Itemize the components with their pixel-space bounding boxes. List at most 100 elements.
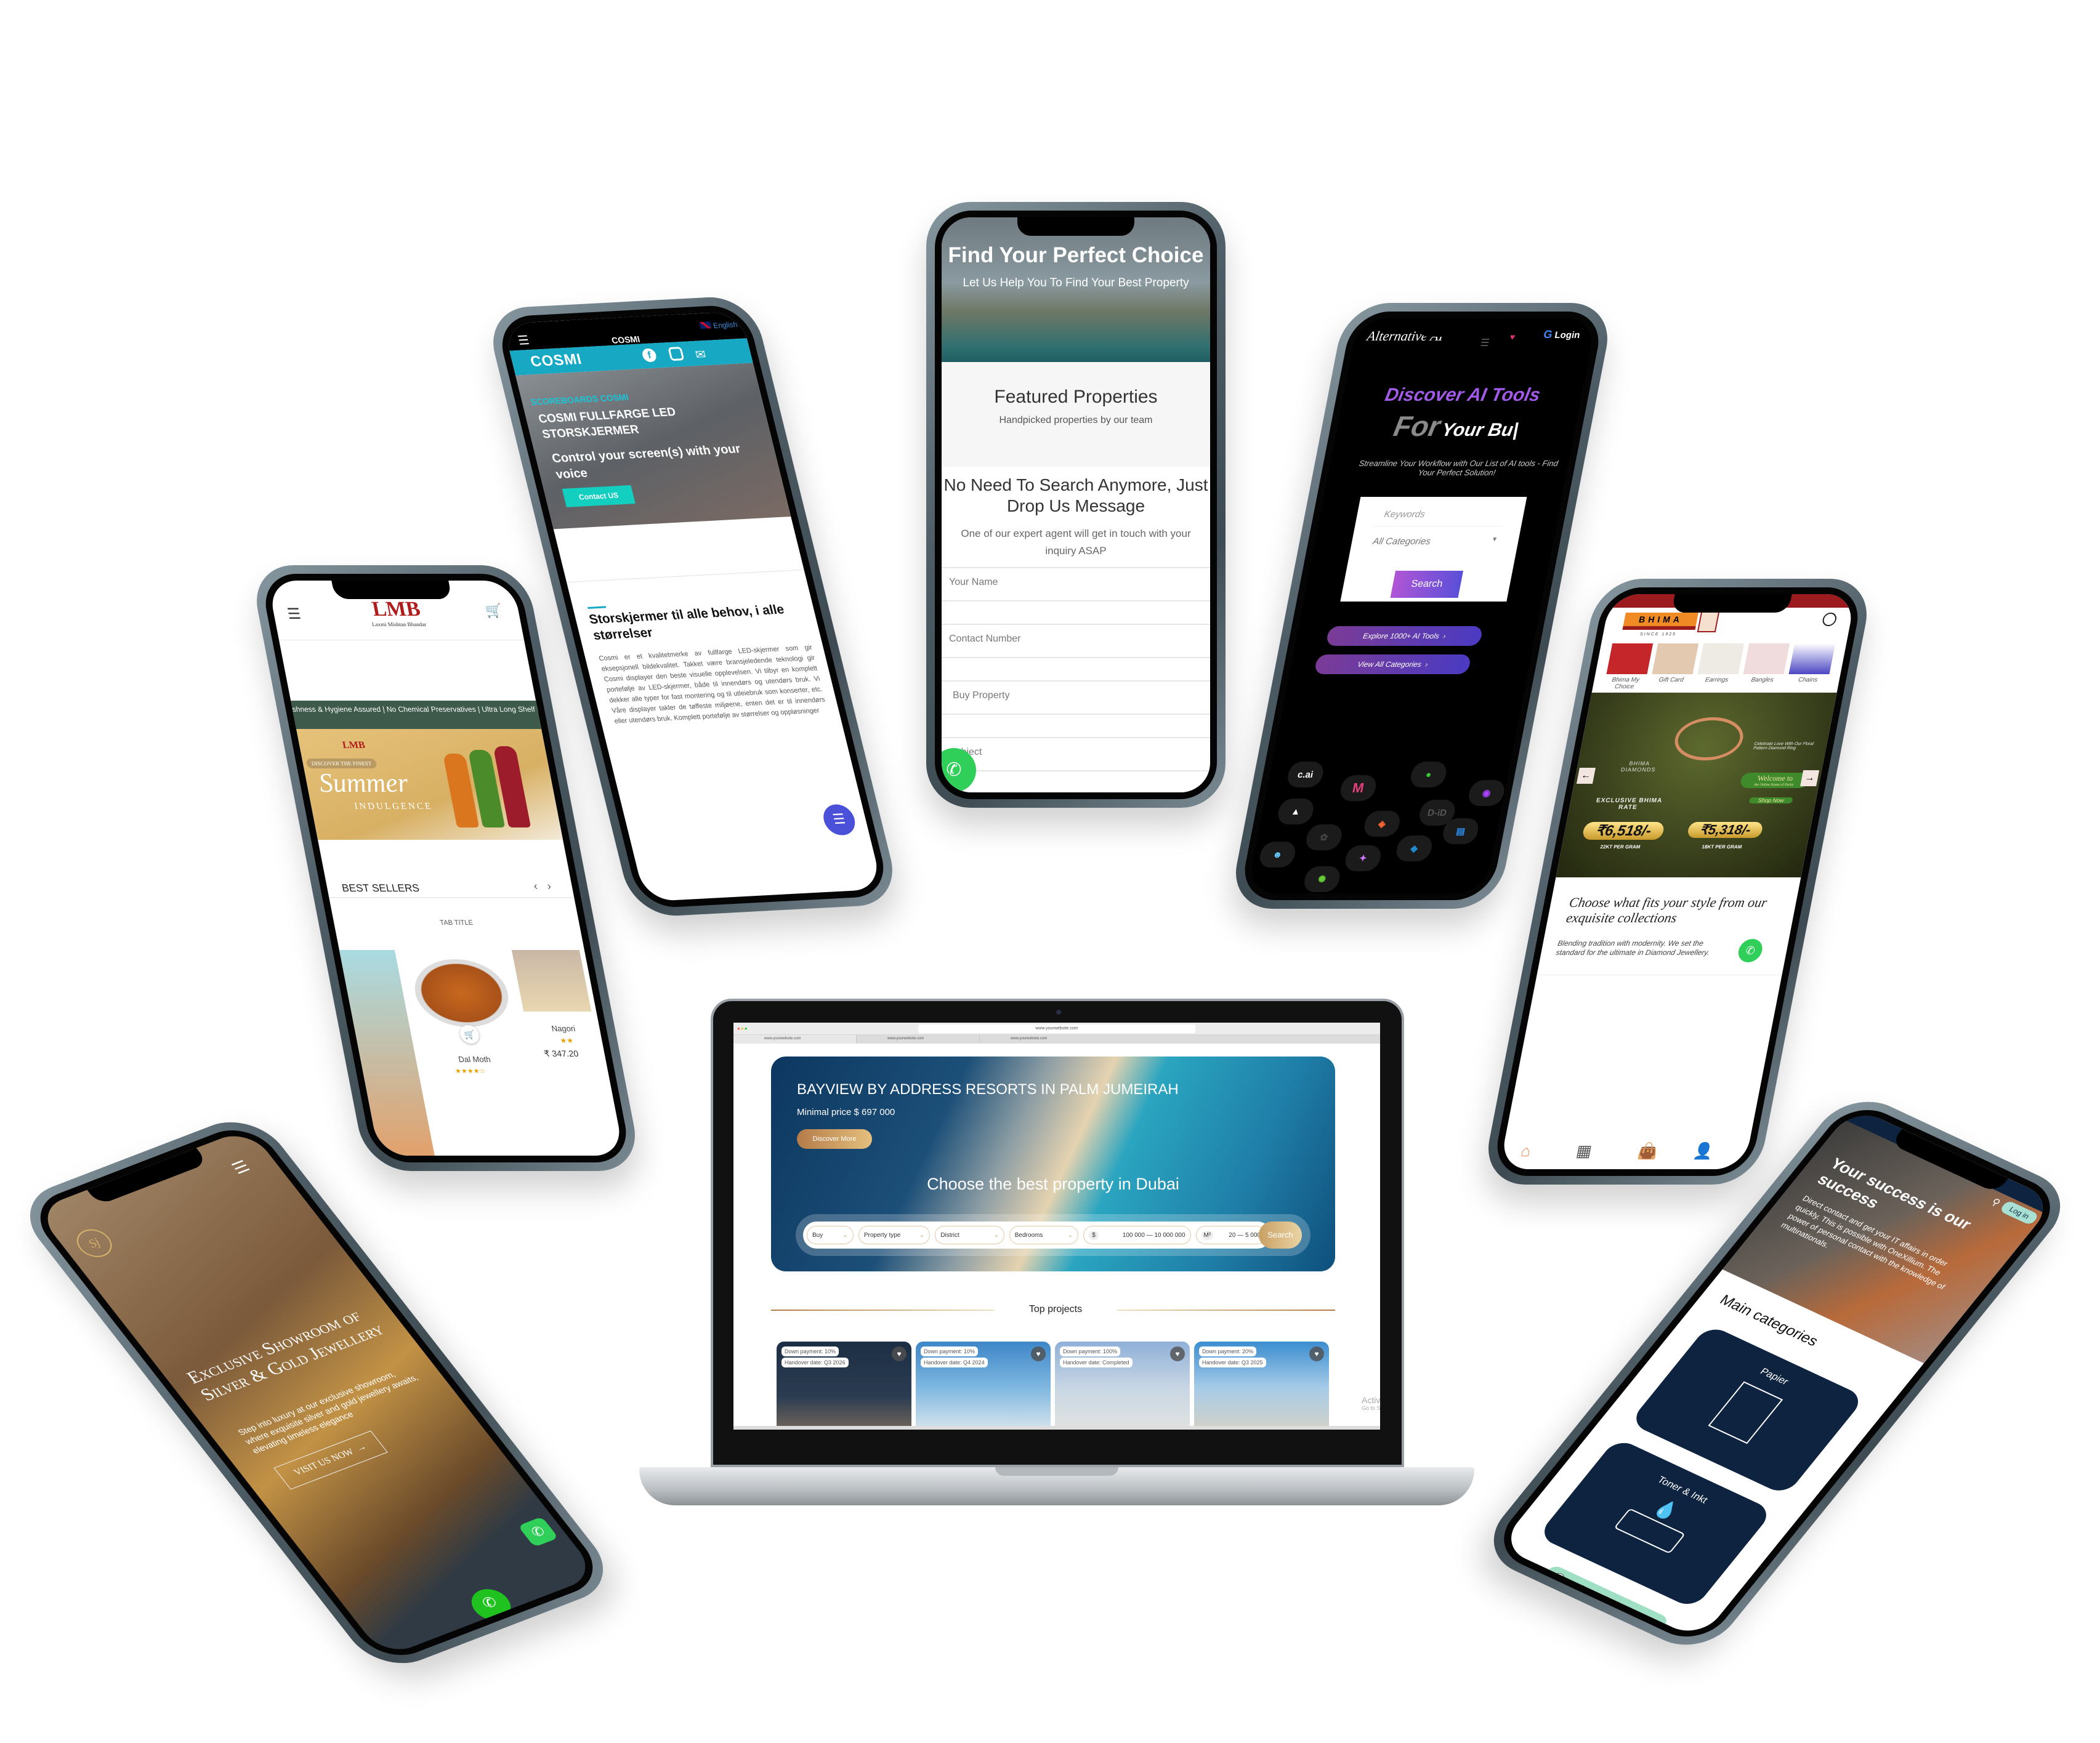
carousel-prev-icon[interactable]: ‹ bbox=[533, 880, 539, 893]
chat-bubble-icon[interactable]: ☰ bbox=[820, 803, 858, 836]
chatbot-app-icon[interactable]: ● bbox=[1408, 762, 1448, 787]
view-categories-button[interactable]: View All Categories › bbox=[1314, 654, 1472, 674]
name-field[interactable]: Your Name bbox=[942, 567, 1210, 602]
home-icon[interactable]: ⌂ bbox=[1519, 1141, 1533, 1161]
cosmi-logo[interactable]: COSMI bbox=[528, 351, 584, 371]
whatsapp-button[interactable]: ✆ bbox=[517, 1516, 559, 1547]
contact-us-button[interactable]: Contact US bbox=[562, 485, 636, 507]
category-chains[interactable]: Chains bbox=[1787, 643, 1836, 683]
chevron-down-icon: ⌄ bbox=[842, 1231, 848, 1239]
lmb-logo[interactable]: LMB bbox=[339, 598, 454, 621]
summer-banner[interactable]: LMB DISCOVER THE FINEST Summer INDULGENC… bbox=[296, 729, 563, 840]
banner-script: Summer bbox=[316, 768, 411, 798]
project-card[interactable]: Down payment: 10% Handover date: Q4 2024… bbox=[916, 1342, 1051, 1430]
paper-icon bbox=[1708, 1381, 1783, 1444]
category-bangles[interactable]: Bangles bbox=[1742, 643, 1790, 683]
mail-icon[interactable]: ✉ bbox=[693, 347, 708, 363]
favorite-heart-icon[interactable]: ♥ bbox=[892, 1346, 907, 1361]
product-name[interactable]: Nagori bbox=[551, 1024, 576, 1033]
siri-app-icon[interactable]: ◉ bbox=[1466, 780, 1506, 806]
ai-tagline: For Your Bu| bbox=[1335, 409, 1579, 443]
banner-prev-arrow[interactable]: ← bbox=[1576, 768, 1596, 784]
project-card[interactable]: Down payment: 100% Handover date: Comple… bbox=[1055, 1342, 1190, 1430]
property-type-select[interactable]: Property type ⌄ bbox=[858, 1226, 931, 1244]
search-bar: Buy ⌄ Property type ⌄ District ⌄ Bedrooms ⌄ … bbox=[803, 1222, 1271, 1249]
google-login-button[interactable]: G Login bbox=[1543, 328, 1581, 341]
add-to-cart-icon[interactable]: 🛒 bbox=[458, 1025, 481, 1044]
keywords-input[interactable]: Keywords bbox=[1373, 505, 1507, 526]
price-18kt: ₹5,318/- bbox=[1686, 822, 1764, 838]
favorite-heart-icon[interactable]: ♥ bbox=[1309, 1346, 1324, 1361]
instagram-icon[interactable] bbox=[668, 347, 685, 361]
product-image-nagori[interactable] bbox=[511, 950, 592, 1012]
facebook-icon[interactable]: f bbox=[640, 348, 658, 363]
categories-grid-icon[interactable]: ▦ bbox=[1575, 1141, 1593, 1161]
project-card[interactable]: Down payment: 10% Handover date: Q3 2026… bbox=[777, 1342, 911, 1430]
collections-text: Blending tradition with modernity. We se… bbox=[1555, 939, 1711, 957]
character-ai-app-icon[interactable]: c.ai bbox=[1285, 762, 1325, 787]
deal-type-select[interactable]: Buy ⌄ bbox=[807, 1226, 854, 1244]
property-type-select[interactable]: Buy Property bbox=[942, 680, 1210, 715]
browser-tab[interactable]: www.yourwebsite.com bbox=[857, 1035, 980, 1044]
district-select[interactable]: District ⌄ bbox=[935, 1226, 1004, 1244]
contact-number-field[interactable]: Contact Number bbox=[942, 624, 1210, 658]
account-icon[interactable]: 👤 bbox=[1692, 1141, 1715, 1161]
product-name[interactable]: Dal Moth bbox=[434, 1055, 515, 1064]
spark-app-icon[interactable]: ✺ bbox=[1302, 866, 1342, 892]
bedrooms-select[interactable]: Bedrooms ⌄ bbox=[1009, 1226, 1079, 1244]
tab-title[interactable]: TAB TITLE bbox=[333, 919, 580, 927]
hamburger-menu-icon[interactable]: ☰ bbox=[228, 1157, 254, 1178]
m-app-icon[interactable]: M bbox=[1338, 775, 1378, 801]
window-controls[interactable]: ●●● bbox=[737, 1026, 748, 1031]
favorites-heart-icon[interactable]: ♥ bbox=[1509, 332, 1516, 342]
hamburger-menu-icon[interactable]: ☰ bbox=[1479, 337, 1490, 349]
banner-next-arrow[interactable]: → bbox=[1800, 770, 1820, 786]
product-price: ₹ 347.20 bbox=[543, 1049, 580, 1058]
search-icon[interactable] bbox=[1821, 613, 1838, 626]
favorite-heart-icon[interactable]: ♥ bbox=[1170, 1346, 1185, 1361]
price-range-input[interactable]: $100 000 — 10 000 000 bbox=[1083, 1226, 1191, 1244]
explore-tools-button[interactable]: Explore 1000+ AI Tools › bbox=[1325, 626, 1484, 646]
browser-tab[interactable]: www.yourwebsite.com bbox=[980, 1035, 1103, 1044]
search-icon[interactable]: ⚲ bbox=[1989, 1196, 2003, 1209]
notch bbox=[1017, 217, 1134, 236]
category-select[interactable]: All Categories ▼ bbox=[1368, 533, 1501, 550]
handover-tag: Handover date: Completed bbox=[1060, 1358, 1133, 1367]
categories-label: View All Categories bbox=[1357, 660, 1423, 669]
category-gift-card[interactable]: Gift Card bbox=[1650, 643, 1699, 683]
cube-app-icon[interactable]: ◆ bbox=[1394, 835, 1434, 861]
banner-brand: BHIMA DIAMONDS bbox=[1620, 760, 1657, 773]
down-payment-tag: Down payment: 100% bbox=[1060, 1346, 1121, 1356]
bot-app-icon[interactable]: ☻ bbox=[1258, 842, 1298, 867]
project-card[interactable]: Down payment: 20% Handover date: Q3 2025… bbox=[1194, 1342, 1329, 1430]
address-bar[interactable]: www.yourwebsite.com bbox=[918, 1024, 1195, 1033]
cart-icon[interactable]: 🛒 bbox=[484, 603, 504, 619]
search-button[interactable]: Search bbox=[1259, 1222, 1302, 1249]
bhima-logo[interactable]: BHIMA bbox=[1622, 613, 1698, 630]
shop-now-button[interactable]: Shop Now bbox=[1748, 797, 1793, 803]
call-button[interactable]: ✆ bbox=[464, 1584, 519, 1625]
search-button[interactable]: Search bbox=[1390, 571, 1464, 598]
bhima-banner[interactable]: BHIMA DIAMONDS Celebrate Love With Our F… bbox=[1556, 693, 1837, 877]
whatsapp-button[interactable]: ✆ bbox=[1736, 939, 1764, 962]
handover-tag: Handover date: Q3 2025 bbox=[1199, 1358, 1266, 1367]
gemini-app-icon[interactable]: ✦ bbox=[1343, 845, 1383, 871]
discover-more-button[interactable]: Discover More bbox=[797, 1129, 872, 1149]
shopping-bag-icon[interactable]: 👜 bbox=[1636, 1141, 1660, 1161]
hamburger-menu-icon[interactable]: ☰ bbox=[286, 605, 302, 623]
area-range-input[interactable]: M² 20 — 5 000 bbox=[1195, 1226, 1266, 1244]
price-22kt: ₹6,518/- bbox=[1581, 822, 1665, 840]
category-bhima-my-choice[interactable]: Bhima My Choice bbox=[1603, 643, 1654, 690]
category-earrings[interactable]: Earrings bbox=[1696, 643, 1745, 683]
openai-app-icon[interactable]: ✿ bbox=[1304, 824, 1344, 850]
browser-tab[interactable]: www.yourwebsite.com bbox=[733, 1035, 857, 1044]
copilot-app-icon[interactable]: ◈ bbox=[1362, 811, 1402, 837]
carousel-next-icon[interactable]: › bbox=[546, 880, 552, 893]
subject-field[interactable]: Subject bbox=[942, 737, 1210, 771]
category-label: Earrings bbox=[1704, 677, 1729, 683]
favorite-heart-icon[interactable]: ♥ bbox=[1031, 1346, 1046, 1361]
rocket-app-icon[interactable]: ▲ bbox=[1275, 799, 1316, 824]
product-image-dal-moth[interactable] bbox=[408, 959, 515, 1027]
chevron-down-icon: ⌄ bbox=[1067, 1231, 1073, 1239]
brand-logo[interactable]: Sj bbox=[70, 1225, 119, 1262]
